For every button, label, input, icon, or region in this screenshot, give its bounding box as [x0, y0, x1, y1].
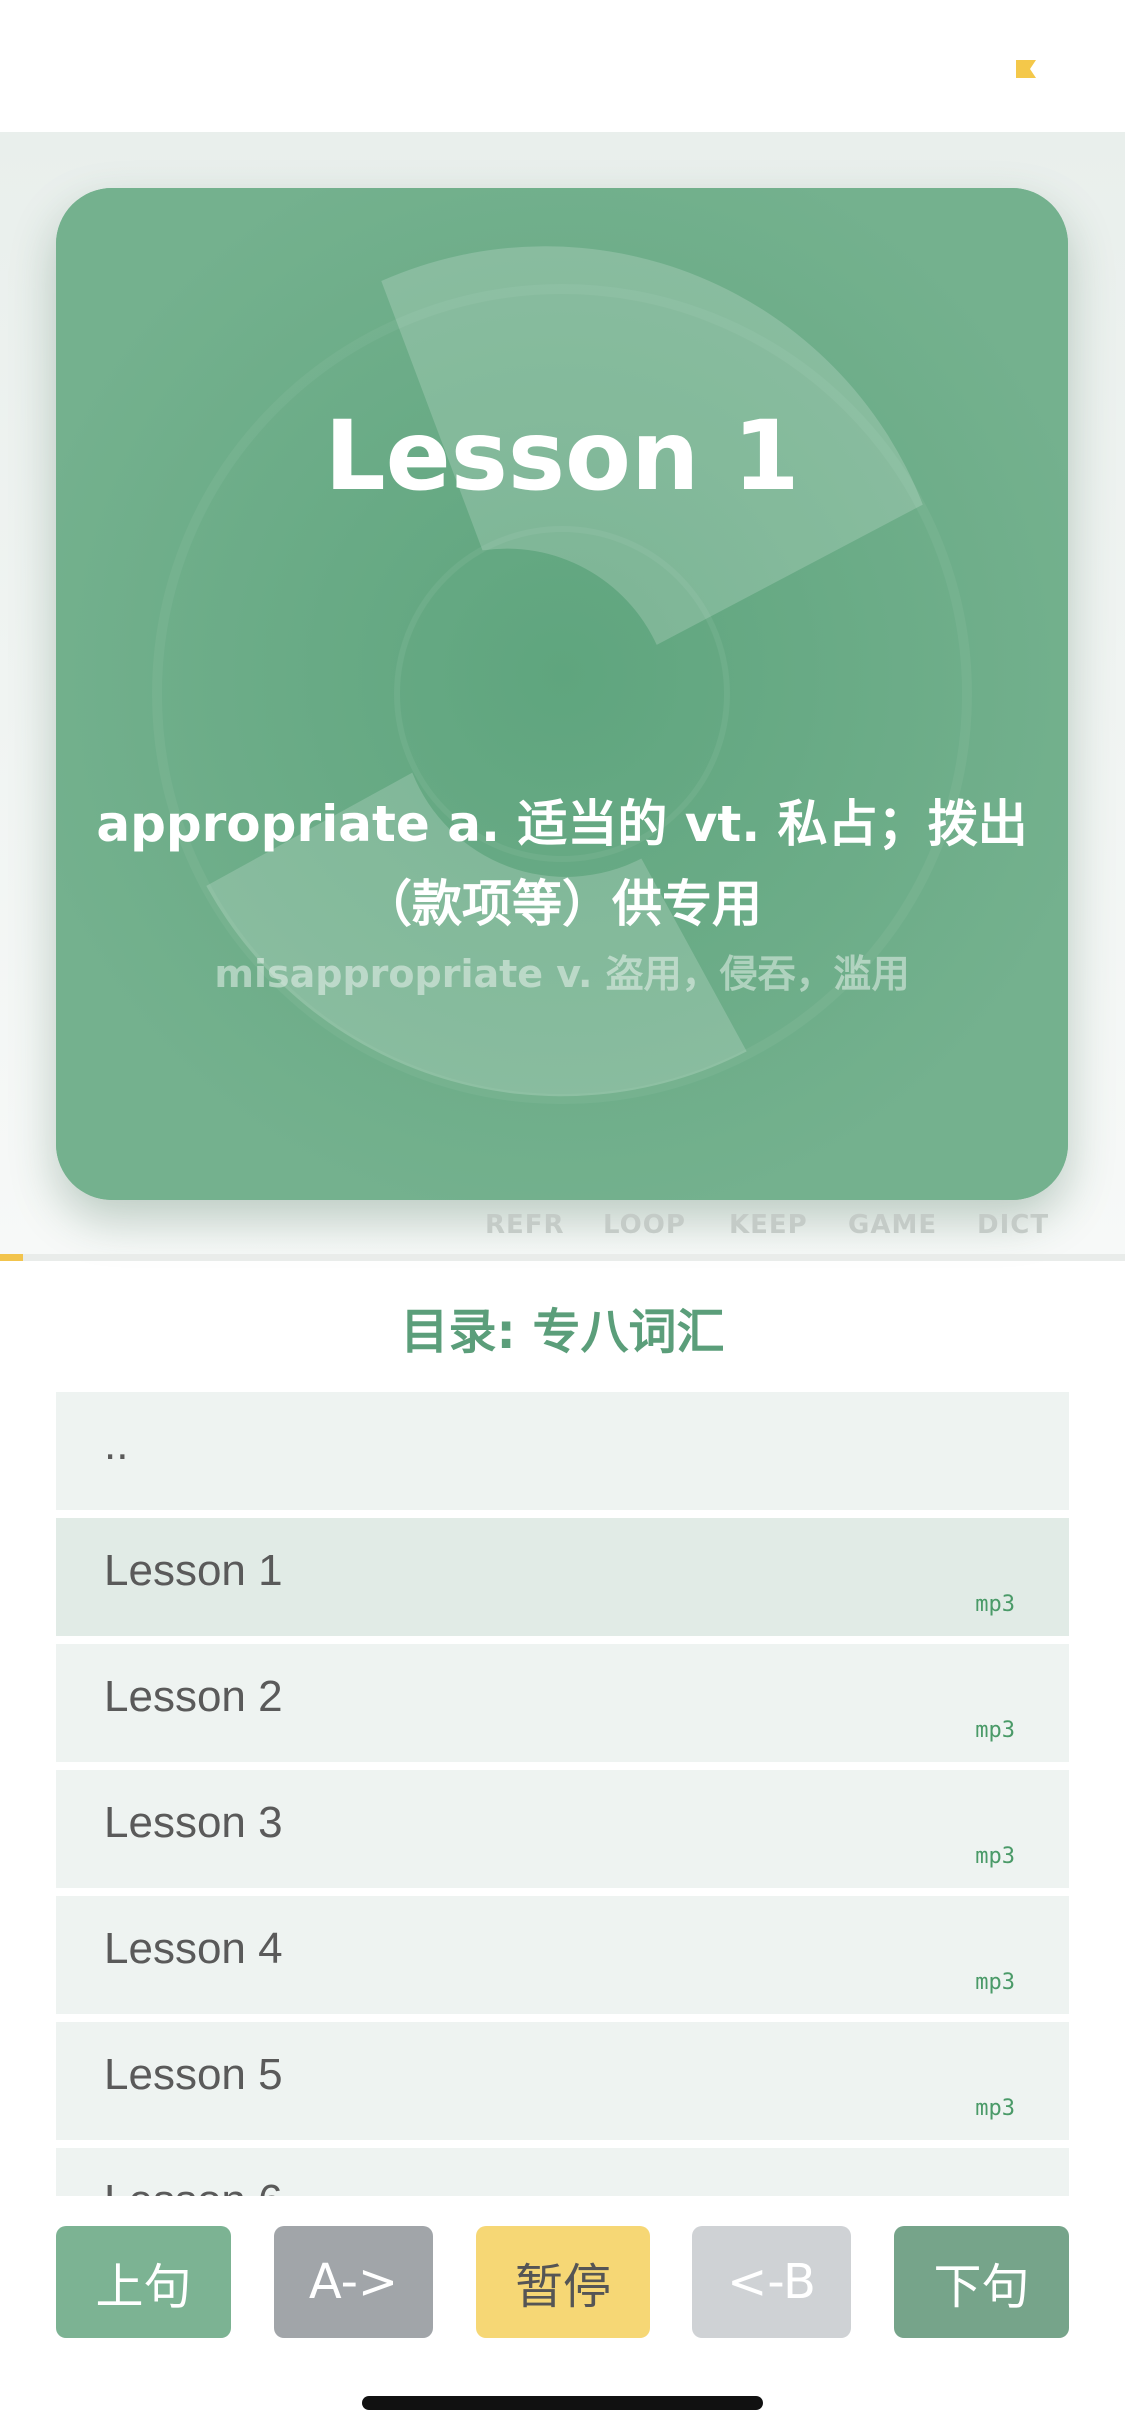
mode-loop-button[interactable]: LOOP [603, 1210, 686, 1240]
directory-title: 目录: 专八词汇 [400, 1304, 725, 1360]
a-point-button[interactable]: A-> [274, 2226, 433, 2338]
list-item-lesson-2[interactable]: Lesson 2 mp3 [56, 1644, 1069, 1762]
current-sentence: appropriate a. 适当的 vt. 私占；拨出（款项等）供专用 [96, 795, 1028, 933]
disc-art [56, 188, 1068, 1200]
mode-toolbar: REFR LOOP KEEP GAME DICT [0, 1210, 1125, 1250]
playback-progress-fill [0, 1254, 23, 1261]
mode-refr-button[interactable]: REFR [485, 1210, 565, 1240]
list-item-parent[interactable]: .. [56, 1392, 1069, 1510]
list-item-label: Lesson 5 [104, 2050, 283, 2099]
list-item-label: Lesson 3 [104, 1798, 283, 1847]
mode-dict-button[interactable]: DICT [977, 1210, 1049, 1240]
file-type-tag: mp3 [975, 2096, 1015, 2121]
b-point-button[interactable]: <-B [692, 2226, 851, 2338]
mode-game-button[interactable]: GAME [848, 1210, 937, 1240]
list-item-label: Lesson 4 [104, 1924, 283, 1973]
list-item-lesson-4[interactable]: Lesson 4 mp3 [56, 1896, 1069, 2014]
next-sentence: misappropriate v. 盗用，侵吞，滥用 [214, 952, 910, 996]
file-type-tag: mp3 [975, 1592, 1015, 1617]
list-item-lesson-3[interactable]: Lesson 3 mp3 [56, 1770, 1069, 1888]
lesson-title: Lesson 1 [324, 400, 800, 512]
file-list[interactable]: .. Lesson 1 mp3 Lesson 2 mp3 Lesson 3 mp… [56, 1392, 1069, 2196]
home-indicator [362, 2396, 763, 2410]
list-item-lesson-1[interactable]: Lesson 1 mp3 [56, 1518, 1069, 1636]
playback-progress[interactable] [0, 1254, 1125, 1261]
list-item-label: Lesson 6 [104, 2176, 283, 2196]
mode-keep-button[interactable]: KEEP [729, 1210, 808, 1240]
lesson-card[interactable]: Lesson 1 appropriate a. 适当的 vt. 私占；拨出（款项… [56, 188, 1068, 1200]
file-type-tag: mp3 [975, 1844, 1015, 1869]
file-type-tag: mp3 [975, 1718, 1015, 1743]
previous-sentence-button[interactable]: 上句 [56, 2226, 231, 2338]
file-type-tag: mp3 [975, 1970, 1015, 1995]
list-item-lesson-6[interactable]: Lesson 6 mp3 [56, 2148, 1069, 2196]
now-playing-area: Lesson 1 appropriate a. 适当的 vt. 私占；拨出（款项… [0, 132, 1125, 1256]
pause-button[interactable]: 暂停 [476, 2226, 650, 2338]
list-item-label: Lesson 1 [104, 1546, 283, 1595]
list-item-label: .. [104, 1420, 129, 1469]
top-bar [0, 0, 1125, 132]
next-sentence-button[interactable]: 下句 [894, 2226, 1069, 2338]
list-item-label: Lesson 2 [104, 1672, 283, 1721]
bookmark-flag-icon[interactable] [1014, 57, 1038, 81]
list-item-lesson-5[interactable]: Lesson 5 mp3 [56, 2022, 1069, 2140]
